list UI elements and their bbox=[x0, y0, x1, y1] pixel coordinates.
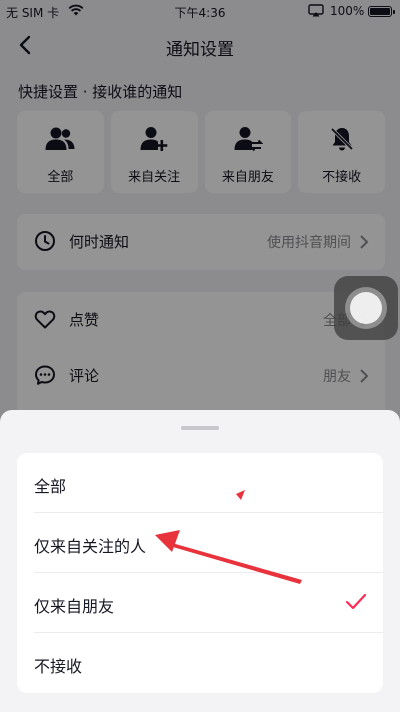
assistive-touch-button[interactable] bbox=[334, 276, 398, 340]
option-label: 不接收 bbox=[34, 657, 83, 676]
option-friends-only[interactable]: 仅来自朋友 bbox=[17, 573, 383, 633]
watermark-logo: Baidu经验 bbox=[282, 670, 367, 689]
checkmark-icon bbox=[345, 593, 367, 611]
sheet-drag-handle[interactable] bbox=[181, 426, 219, 430]
option-list: 全部 仅来自关注的人 仅来自朋友 不接收 bbox=[17, 453, 383, 693]
option-following-only[interactable]: 仅来自关注的人 bbox=[17, 513, 383, 573]
option-label: 全部 bbox=[34, 477, 67, 496]
option-label: 仅来自朋友 bbox=[34, 597, 115, 616]
option-label: 仅来自关注的人 bbox=[34, 537, 147, 556]
option-all[interactable]: 全部 bbox=[17, 453, 383, 513]
